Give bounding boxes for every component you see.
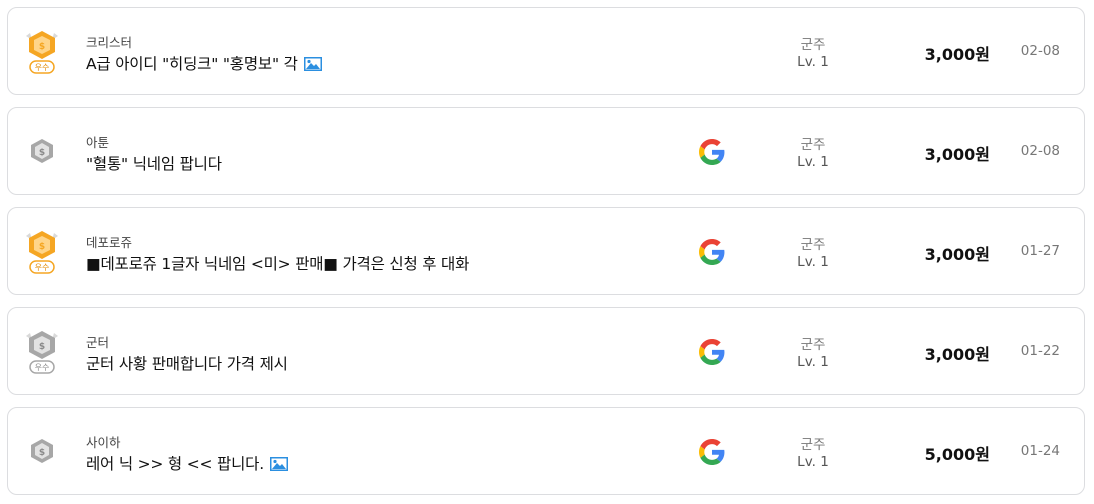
listing-card[interactable]: $ 아툰 "혈통" 닉네임 팝니다 군주 Lv. 1 3,000원 02-08 (7, 107, 1085, 195)
seller-badge-icon: $ (22, 128, 62, 176)
listing-price: 3,000원 (924, 345, 990, 364)
svg-text:$: $ (39, 42, 45, 52)
server-name: 군주 (800, 337, 826, 353)
listing-title: A급 아이디 "히딩크" "홍명보" 각 (86, 52, 322, 74)
image-attachment-icon (269, 457, 288, 471)
server-name: 군주 (800, 137, 826, 153)
listing-card[interactable]: $ 우수 군터 군터 사황 판매합니다 가격 제시 군주 Lv. 1 3,000… (7, 307, 1085, 395)
listing-date: 01-22 (1020, 343, 1060, 359)
server-name: 군주 (800, 437, 826, 453)
badge-label: 우수 (35, 263, 50, 272)
google-icon (699, 439, 725, 465)
listing-price: 3,000원 (924, 245, 990, 264)
listing-price: 3,000원 (924, 45, 990, 64)
character-level: Lv. 1 (797, 454, 829, 470)
listing-price: 3,000원 (924, 145, 990, 164)
listing-date: 02-08 (1020, 143, 1060, 159)
listing-card[interactable]: $ 우수 크리스터 A급 아이디 "히딩크" "홍명보" 각 군주 Lv. 1 … (7, 7, 1085, 95)
seller-name: 사이하 (86, 435, 121, 450)
listing-title: "혈통" 닉네임 팝니다 (86, 155, 222, 173)
seller-badge-icon: $ (22, 428, 62, 476)
listing-card[interactable]: $ 사이하 레어 닉 >> 형 << 팝니다. 군주 Lv. 1 5,000원 … (7, 407, 1085, 495)
server-name: 군주 (800, 237, 826, 253)
listing-title: ■데포로쥬 1글자 닉네임 <미> 판매■ 가격은 신청 후 대화 (86, 255, 470, 273)
listing-date: 02-08 (1020, 43, 1060, 59)
seller-name: 아툰 (86, 135, 110, 150)
excellent-seller-badge-icon: $ 우수 (22, 28, 62, 76)
svg-text:$: $ (39, 342, 45, 352)
listing-card[interactable]: $ 우수 데포로쥬 ■데포로쥬 1글자 닉네임 <미> 판매■ 가격은 신청 후… (7, 207, 1085, 295)
listing-date: 01-24 (1020, 443, 1060, 459)
google-icon (699, 339, 725, 365)
listing-list: $ 우수 크리스터 A급 아이디 "히딩크" "홍명보" 각 군주 Lv. 1 … (0, 0, 1094, 504)
seller-name: 크리스터 (86, 35, 133, 50)
image-attachment-icon (303, 57, 322, 71)
listing-price: 5,000원 (924, 445, 990, 464)
character-level: Lv. 1 (797, 54, 829, 70)
svg-text:$: $ (39, 448, 45, 458)
excellent-seller-badge-gray-icon: $ 우수 (22, 328, 62, 376)
badge-label: 우수 (35, 363, 50, 372)
google-icon (699, 139, 725, 165)
listing-title: 레어 닉 >> 형 << 팝니다. (86, 452, 288, 474)
seller-name: 데포로쥬 (86, 235, 133, 250)
svg-text:$: $ (39, 242, 45, 252)
google-icon (699, 239, 725, 265)
character-level: Lv. 1 (797, 354, 829, 370)
badge-label: 우수 (35, 63, 50, 72)
character-level: Lv. 1 (797, 154, 829, 170)
seller-name: 군터 (86, 335, 110, 350)
listing-title: 군터 사황 판매합니다 가격 제시 (86, 355, 288, 373)
character-level: Lv. 1 (797, 254, 829, 270)
listing-date: 01-27 (1020, 243, 1060, 259)
server-name: 군주 (800, 37, 826, 53)
excellent-seller-badge-icon: $ 우수 (22, 228, 62, 276)
svg-text:$: $ (39, 148, 45, 158)
